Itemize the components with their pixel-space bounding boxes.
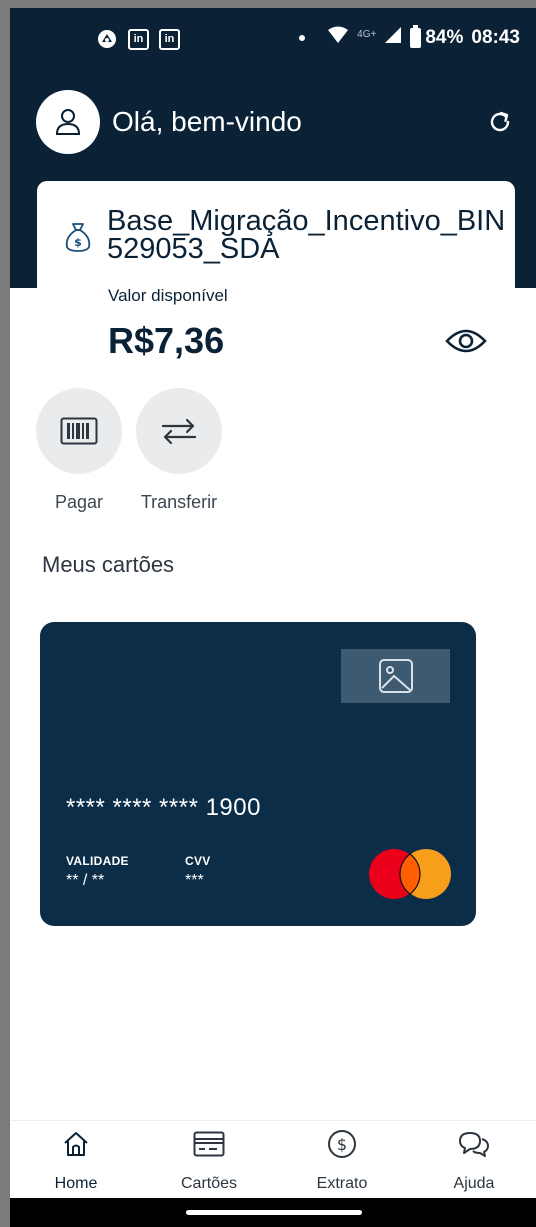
mastercard-logo	[369, 849, 451, 899]
chat-icon	[424, 1127, 524, 1161]
transfer-label: Transferir	[140, 492, 218, 512]
user-icon	[55, 109, 81, 135]
dollar-icon: $	[292, 1127, 392, 1161]
transfer-icon	[161, 418, 197, 444]
nav-cards[interactable]: Cartões	[159, 1127, 259, 1193]
home-icon	[26, 1127, 126, 1161]
validity-label: VALIDADE	[66, 854, 129, 868]
notification-icon	[96, 28, 118, 50]
home-gesture-handle[interactable]	[186, 1210, 362, 1215]
refresh-icon	[490, 111, 510, 132]
balance-amount: R$7,36	[108, 320, 225, 361]
nav-statement-label: Extrato	[316, 1175, 368, 1192]
my-cards-title: Meus cartões	[42, 552, 175, 577]
pay-action[interactable]: Pagar	[36, 388, 122, 513]
notification-dot-icon	[299, 35, 306, 41]
card-number: **** **** **** 1900	[66, 794, 261, 821]
nav-cards-label: Cartões	[180, 1175, 238, 1192]
greeting-text: Olá, bem-vindo	[112, 106, 302, 137]
pay-button[interactable]	[36, 388, 122, 474]
svg-text:$: $	[74, 236, 82, 249]
money-bag-icon: $	[63, 221, 93, 253]
nav-help-label: Ajuda	[453, 1175, 495, 1192]
card-icon	[159, 1127, 259, 1161]
battery-level: 84%	[425, 27, 464, 48]
card-image-placeholder	[341, 649, 450, 703]
validity-value: ** / **	[66, 872, 105, 889]
profile-avatar-button[interactable]	[36, 90, 100, 154]
linkedin-icon: in	[159, 28, 180, 50]
bottom-navigation: Home Cartões $ Extrato Ajuda	[10, 1120, 536, 1198]
eye-icon	[445, 329, 487, 353]
balance-label: Valor disponível	[108, 286, 228, 305]
nav-home[interactable]: Home	[26, 1127, 126, 1193]
gesture-bar	[10, 1198, 536, 1227]
credit-card[interactable]: **** **** **** 1900 VALIDADE ** / ** CVV…	[40, 622, 476, 926]
wifi-icon	[327, 26, 349, 50]
svg-text:$: $	[337, 1135, 347, 1154]
nav-statement[interactable]: $ Extrato	[292, 1127, 392, 1193]
status-bar: in in 4G+ 84% 08:43	[10, 8, 536, 70]
app-screen: in in 4G+ 84% 08:43 Olá, bem-vindo $ Bas…	[10, 8, 536, 1227]
network-type: 4G+	[357, 28, 377, 40]
nav-help[interactable]: Ajuda	[424, 1127, 524, 1193]
barcode-icon	[60, 417, 98, 445]
linkedin-icon: in	[128, 28, 149, 50]
transfer-action[interactable]: Transferir	[136, 388, 222, 513]
image-icon	[378, 659, 413, 693]
clock: 08:43	[471, 27, 520, 48]
account-name: Base_Migração_Incentivo_BIN 529053_SDA	[107, 205, 506, 265]
cvv-label: CVV	[185, 854, 211, 868]
toggle-balance-visibility-button[interactable]	[444, 326, 488, 356]
battery-icon	[410, 25, 422, 48]
cvv-value: ***	[185, 872, 204, 889]
refresh-button[interactable]	[484, 106, 516, 138]
transfer-button[interactable]	[136, 388, 222, 474]
pay-label: Pagar	[54, 492, 104, 512]
nav-home-label: Home	[54, 1175, 98, 1192]
signal-icon	[384, 26, 402, 50]
